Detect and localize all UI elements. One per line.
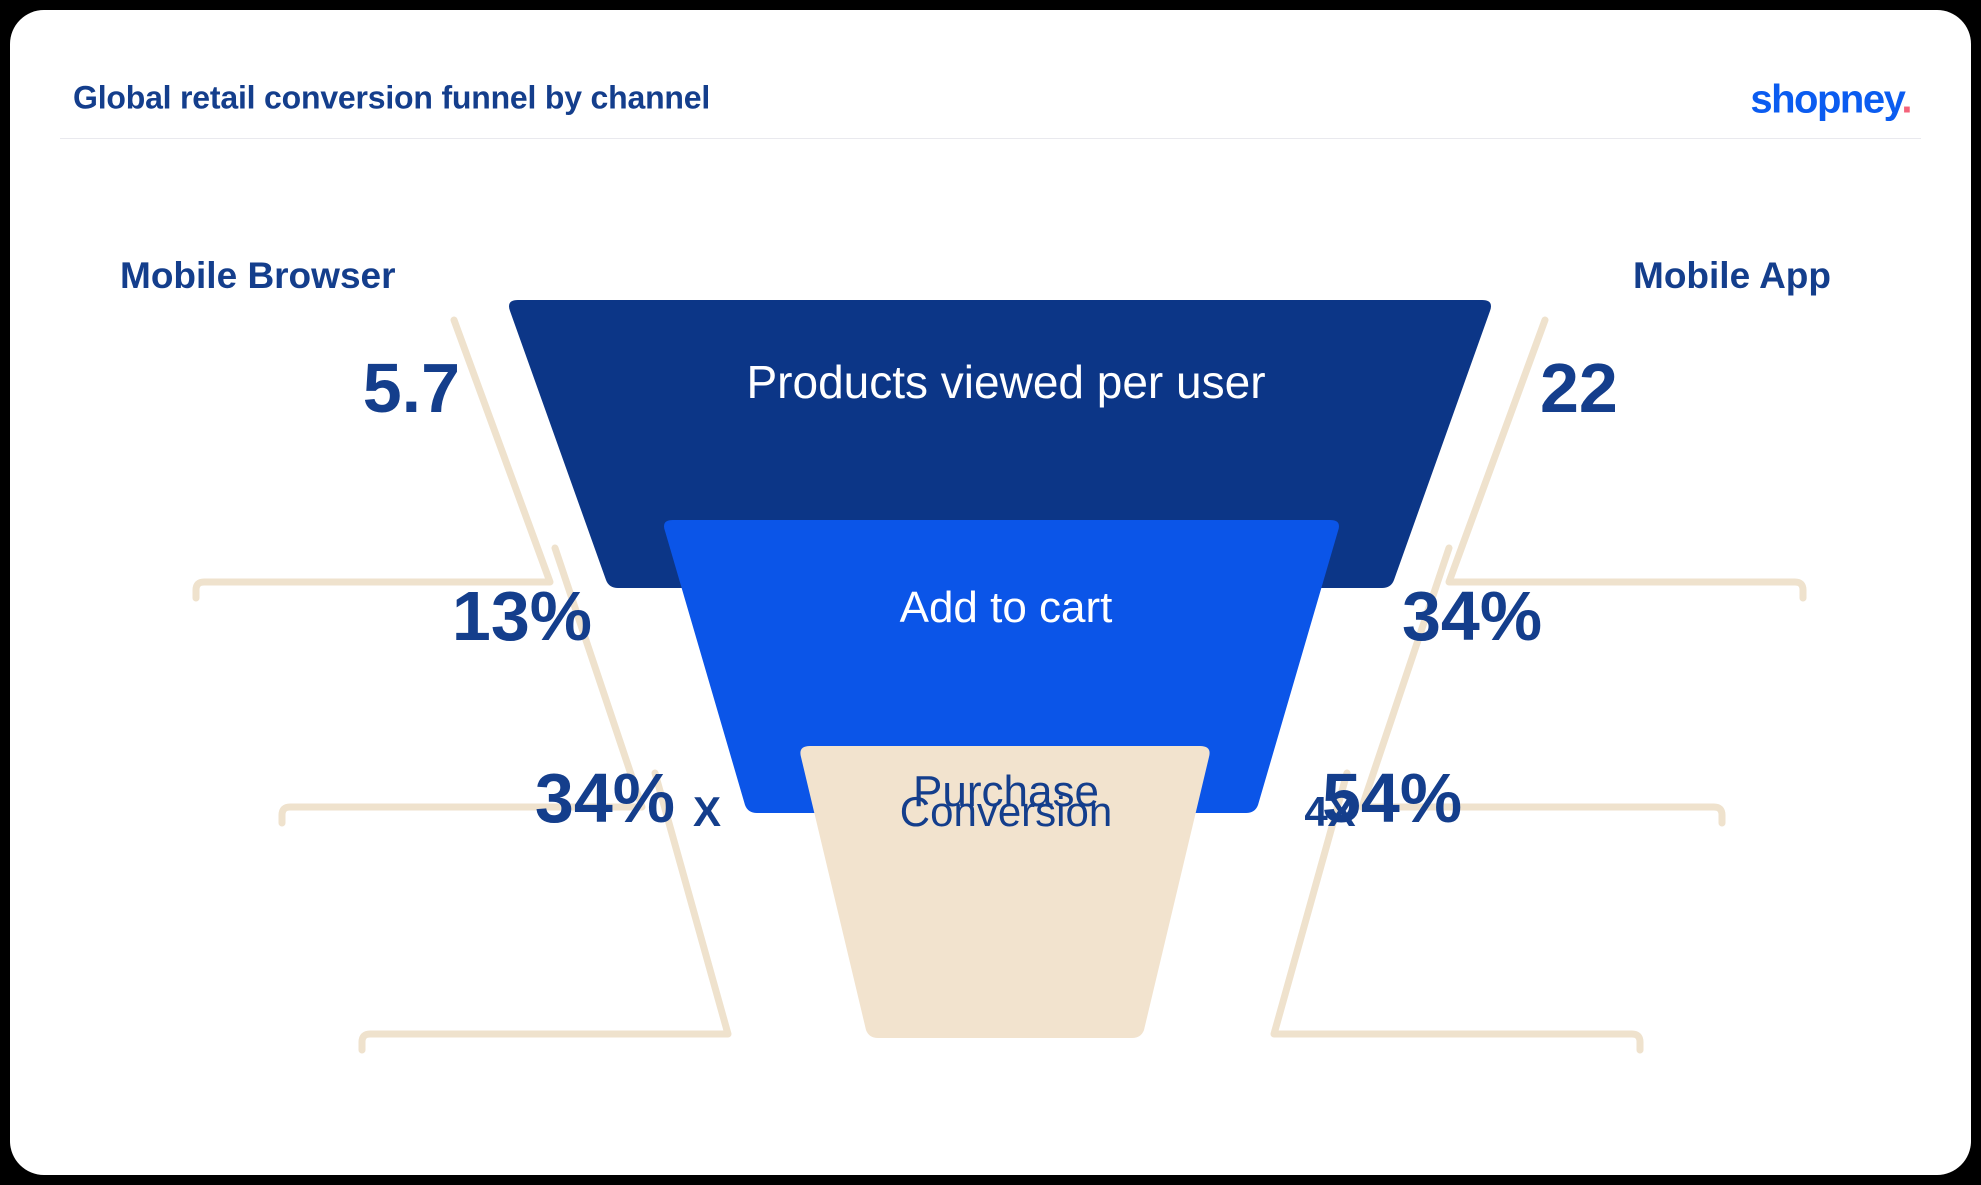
channel-label-mobile-browser: Mobile Browser [120,255,396,296]
header-divider [60,138,1921,139]
stage-3-left-value: 34% [534,759,675,837]
stage-2-right-value: 34% [1402,577,1543,655]
brand-logo-dot: . [1901,77,1912,122]
stage-1-left-value: 5.7 [362,349,460,427]
brand-logo: shopney. [1750,77,1912,123]
funnel-shapes [192,300,1807,1054]
stage-1-label: Products viewed per user [746,356,1266,408]
stage-2-left-value: 13% [451,577,592,655]
footer-conversion-left: X [692,788,722,835]
stage-1-right-value: 22 [1540,349,1618,427]
channel-label-mobile-app: Mobile App [1633,255,1831,296]
footer-conversion-label: Conversion [899,788,1113,835]
stage-1-outline-right [1445,316,1807,602]
stage-2-label: Add to cart [899,583,1113,632]
infographic-card: Global retail conversion funnel by chann… [10,10,1971,1175]
brand-logo-text: shopney [1750,77,1903,122]
header: Global retail conversion funnel by chann… [10,10,1971,166]
funnel-chart: Mobile Browser Mobile App 5.7 Products v… [10,160,1971,1175]
page-title: Global retail conversion funnel by chann… [73,79,711,116]
footer-conversion-right: 4X [1304,788,1356,835]
